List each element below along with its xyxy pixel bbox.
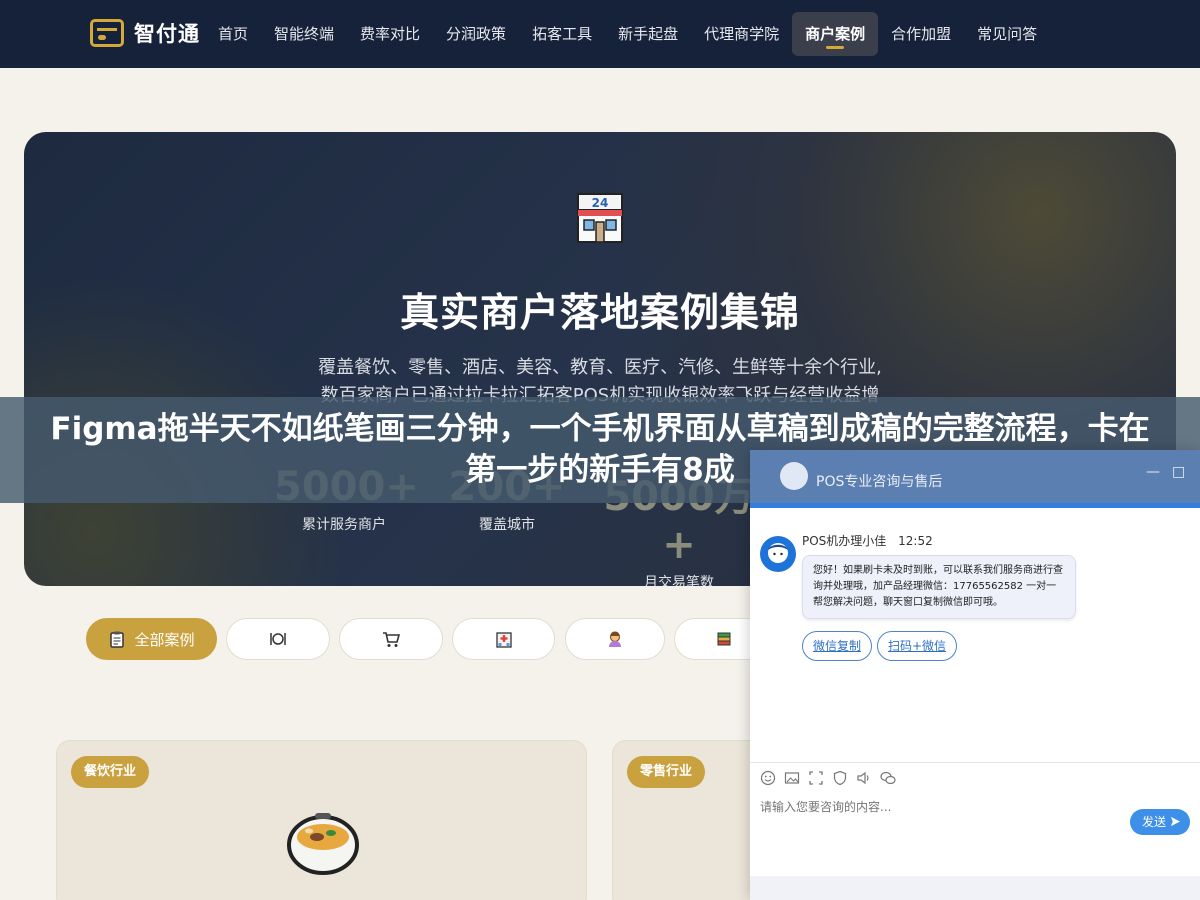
scan-wechat-button[interactable]: 扫码+微信 (877, 631, 958, 661)
screenshot-icon[interactable] (808, 770, 824, 786)
logo-text: 智付通 (134, 22, 200, 46)
industry-badge: 零售行业 (627, 756, 706, 788)
card-icon (90, 19, 124, 47)
main-menu: 首页 智能终端 费率对比 分润政策 拓客工具 新手起盘 代理商学院 商户案例 合… (205, 12, 1050, 56)
shield-icon[interactable] (832, 770, 848, 786)
filter-tab-label: 全部案例 (134, 630, 195, 649)
chat-title: POS专业咨询与售后 (816, 474, 943, 490)
menu-item-join[interactable]: 合作加盟 (878, 12, 964, 56)
agent-meta: POS机办理小佳 12:52 (802, 532, 933, 549)
filter-tab-dining[interactable] (226, 618, 330, 660)
agent-face-icon (762, 538, 794, 570)
filter-tab-medical[interactable] (452, 618, 555, 660)
industry-badge: 餐饮行业 (71, 756, 150, 788)
filter-tab-all[interactable]: 全部案例 (86, 618, 217, 660)
chat-header: POS专业咨询与售后 — □ (750, 450, 1200, 508)
hero-desc-line-1: 覆盖餐饮、零售、酒店、美容、教育、医疗、汽修、生鲜等十余个行业, (318, 357, 882, 378)
food-bowl-icon (287, 813, 359, 875)
menu-item-tools[interactable]: 拓客工具 (519, 12, 605, 56)
filter-tab-beauty[interactable] (565, 618, 665, 660)
copy-wechat-button[interactable]: 微信复制 (802, 631, 873, 661)
convenience-store-icon: 24 (577, 193, 623, 243)
agent-name: POS机办理小佳 (802, 534, 887, 548)
menu-item-terminals[interactable]: 智能终端 (261, 12, 347, 56)
menu-item-home[interactable]: 首页 (205, 12, 261, 56)
menu-item-faq[interactable]: 常见问答 (964, 12, 1050, 56)
person-icon (609, 631, 621, 647)
menu-item-academy[interactable]: 代理商学院 (691, 12, 792, 56)
chat-message-input[interactable] (760, 800, 1120, 814)
menu-item-profit-policy[interactable]: 分润政策 (433, 12, 519, 56)
minimize-icon[interactable]: — (1146, 464, 1160, 480)
logo[interactable]: 智付通 (90, 18, 200, 48)
support-chat-window: POS专业咨询与售后 — □ POS机办理小佳 12:52 您好！如果刷卡未及时… (750, 450, 1200, 900)
send-button[interactable]: 发送 (1130, 809, 1190, 835)
menu-item-rates[interactable]: 费率对比 (347, 12, 433, 56)
cart-icon (383, 632, 400, 647)
filter-tab-retail[interactable] (339, 618, 443, 660)
top-navbar: 智付通 首页 智能终端 费率对比 分润政策 拓客工具 新手起盘 代理商学院 商户… (0, 0, 1200, 68)
image-icon[interactable] (784, 770, 800, 786)
clipboard-icon (110, 631, 125, 648)
voice-icon[interactable] (856, 770, 872, 786)
chat-toolbar (760, 770, 896, 786)
case-card[interactable]: 餐饮行业 (56, 740, 587, 900)
chat-header-avatar (780, 462, 808, 490)
send-button-label: 发送 (1142, 815, 1167, 829)
menu-item-cases[interactable]: 商户案例 (792, 12, 879, 56)
stat-label: 月交易笔数 (644, 575, 714, 586)
message-time: 12:52 (898, 534, 933, 548)
send-arrow-icon (1170, 816, 1181, 827)
agent-avatar (760, 536, 796, 572)
hospital-icon (495, 632, 512, 648)
dining-icon (270, 633, 286, 645)
store-sign-text: 24 (592, 196, 609, 210)
chat-message-bubble: 您好！如果刷卡未及时到账，可以联系我们服务商进行查询并处理哦，加产品经理微信：1… (802, 555, 1076, 619)
page-title: 真实商户落地案例集锦 (399, 291, 800, 336)
wechat-icon[interactable] (880, 770, 896, 786)
emoji-icon[interactable] (760, 770, 776, 786)
stat-label: 累计服务商户 (302, 517, 386, 533)
menu-item-beginner[interactable]: 新手起盘 (605, 12, 691, 56)
books-icon (717, 632, 731, 646)
stat-label: 覆盖城市 (479, 517, 535, 533)
maximize-icon[interactable]: □ (1172, 464, 1185, 480)
